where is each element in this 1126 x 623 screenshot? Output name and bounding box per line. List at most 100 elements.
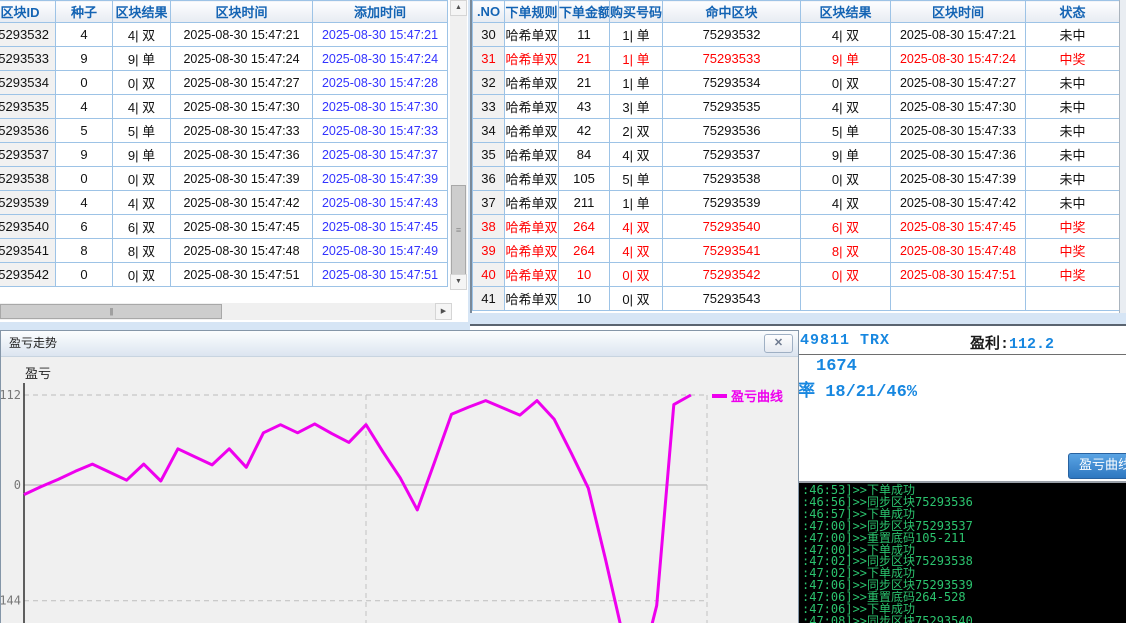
chart-window-titlebar[interactable]: 盈亏走势 ✕ (1, 331, 798, 357)
cell: 75293539 (663, 191, 801, 215)
table-row[interactable]: 7529354066| 双2025-08-30 15:47:452025-08-… (0, 215, 448, 239)
cell: 34 (473, 119, 505, 143)
table-row[interactable]: 38哈希单双2644| 双752935406| 双2025-08-30 15:4… (473, 215, 1120, 239)
cell: 2025-08-30 15:47:30 (313, 95, 448, 119)
cell: 哈希单双 (505, 23, 559, 47)
table-row[interactable]: 7529353244| 双2025-08-30 15:47:212025-08-… (0, 23, 448, 47)
cell: 2025-08-30 15:47:37 (313, 143, 448, 167)
cell: 30 (473, 23, 505, 47)
column-header[interactable]: 区块结果 (801, 1, 891, 23)
table-row[interactable]: 31哈希单双211| 单752935339| 单2025-08-30 15:47… (473, 47, 1120, 71)
column-header[interactable]: 命中区块 (663, 1, 801, 23)
y-tick-label: -144 (1, 594, 21, 608)
table-row[interactable]: 32哈希单双211| 单752935340| 双2025-08-30 15:47… (473, 71, 1120, 95)
table-row[interactable]: 7529353399| 单2025-08-30 15:47:242025-08-… (0, 47, 448, 71)
table-row[interactable]: 34哈希单双422| 双752935365| 单2025-08-30 15:47… (473, 119, 1120, 143)
column-header[interactable]: 购买号码 (610, 1, 663, 23)
cell: 75293533 (663, 47, 801, 71)
cell: 4| 双 (801, 23, 891, 47)
table-row[interactable]: 7529353400| 双2025-08-30 15:47:272025-08-… (0, 71, 448, 95)
cell: 哈希单双 (505, 95, 559, 119)
column-header[interactable]: 添加时间 (313, 1, 448, 23)
cell: 哈希单双 (505, 119, 559, 143)
cell: 75293542 (0, 263, 56, 287)
cell: 6| 双 (113, 215, 171, 239)
cell: 3| 单 (610, 95, 663, 119)
table-row[interactable]: 7529353800| 双2025-08-30 15:47:392025-08-… (0, 167, 448, 191)
cell: 哈希单双 (505, 263, 559, 287)
cell: 9| 单 (801, 143, 891, 167)
table-row[interactable]: 7529353544| 双2025-08-30 15:47:302025-08-… (0, 95, 448, 119)
cell: 75293534 (0, 71, 56, 95)
column-header[interactable]: 区块时间 (171, 1, 313, 23)
cell: 2025-08-30 15:47:49 (313, 239, 448, 263)
column-header[interactable]: .NO (473, 1, 505, 23)
cell: 哈希单双 (505, 47, 559, 71)
cell: 5 (56, 119, 113, 143)
table-row[interactable]: 7529353655| 单2025-08-30 15:47:332025-08-… (0, 119, 448, 143)
table-row[interactable]: 7529353799| 单2025-08-30 15:47:362025-08-… (0, 143, 448, 167)
cell: 哈希单双 (505, 71, 559, 95)
block-table-vscrollbar[interactable]: ▲ ≡ ▼ (450, 0, 467, 290)
table-row[interactable]: 35哈希单双844| 双752935379| 单2025-08-30 15:47… (473, 143, 1120, 167)
log-line: :47:08]>>同步区块75293540 (802, 616, 1126, 623)
cell: 0| 双 (801, 263, 891, 287)
table-row[interactable]: 41哈希单双100| 双75293543 (473, 287, 1120, 311)
cell: 2025-08-30 15:47:51 (891, 263, 1026, 287)
orders-table: .NO下单规则下单金额购买号码命中区块区块结果区块时间状态 30哈希单双111|… (472, 0, 1120, 311)
column-header[interactable]: 区块时间 (891, 1, 1026, 23)
table-row[interactable]: 7529354188| 双2025-08-30 15:47:482025-08-… (0, 239, 448, 263)
close-icon[interactable]: ✕ (764, 334, 793, 353)
table-row[interactable]: 37哈希单双2111| 单752935394| 双2025-08-30 15:4… (473, 191, 1120, 215)
column-header[interactable]: 区块ID (0, 1, 56, 23)
cell: 0| 双 (801, 71, 891, 95)
vscroll-thumb[interactable]: ≡ (451, 185, 466, 277)
cell: 75293535 (663, 95, 801, 119)
profit-readout: 盈利:112.2 (970, 332, 1054, 353)
profit-curve-button[interactable]: 盈亏曲线 (1068, 453, 1126, 479)
cell: 1| 单 (610, 191, 663, 215)
column-header[interactable]: 下单金额 (559, 1, 610, 23)
cell: 2025-08-30 15:47:51 (313, 263, 448, 287)
chart-area: 盈亏 1120-144 盈亏曲线 (1, 357, 798, 623)
cell: 未中 (1026, 167, 1120, 191)
cell: 2025-08-30 15:47:42 (891, 191, 1026, 215)
table-row[interactable]: 33哈希单双433| 单752935354| 双2025-08-30 15:47… (473, 95, 1120, 119)
table-row[interactable]: 36哈希单双1055| 单752935380| 双2025-08-30 15:4… (473, 167, 1120, 191)
table-row[interactable]: 30哈希单双111| 单752935324| 双2025-08-30 15:47… (473, 23, 1120, 47)
cell: 21 (559, 71, 610, 95)
table-row[interactable]: 39哈希单双2644| 双752935418| 双2025-08-30 15:4… (473, 239, 1120, 263)
hscroll-thumb[interactable]: ||| (0, 304, 222, 319)
cell: 未中 (1026, 191, 1120, 215)
table-row[interactable]: 40哈希单双100| 双752935420| 双2025-08-30 15:47… (473, 263, 1120, 287)
cell: 2025-08-30 15:47:42 (171, 191, 313, 215)
cell: 2025-08-30 15:47:39 (313, 167, 448, 191)
scroll-down-icon[interactable]: ▼ (450, 274, 467, 290)
column-header[interactable]: 状态 (1026, 1, 1120, 23)
orders-table-vscrollbar-track[interactable] (1119, 0, 1126, 313)
cell: 4| 双 (113, 23, 171, 47)
cell: 4| 双 (113, 95, 171, 119)
column-header[interactable]: 区块结果 (113, 1, 171, 23)
table-row[interactable]: 7529354200| 双2025-08-30 15:47:512025-08-… (0, 263, 448, 287)
block-table-panel: 区块ID种子区块结果区块时间添加时间 7529353244| 双2025-08-… (0, 0, 468, 322)
cell: 2025-08-30 15:47:48 (171, 239, 313, 263)
log-console[interactable]: :46:53]>>下单成功:46:56]>>同步区块75293536:46:57… (797, 481, 1126, 623)
column-header[interactable]: 下单规则 (505, 1, 559, 23)
cell: 2| 双 (610, 119, 663, 143)
cell: 75293541 (0, 239, 56, 263)
table-row[interactable]: 7529353944| 双2025-08-30 15:47:422025-08-… (0, 191, 448, 215)
block-table-hscrollbar[interactable]: ||| ▶ (0, 303, 452, 320)
cell: 2025-08-30 15:47:36 (171, 143, 313, 167)
cell: 哈希单双 (505, 287, 559, 311)
scroll-right-icon[interactable]: ▶ (435, 303, 452, 320)
column-header[interactable]: 种子 (56, 1, 113, 23)
cell: 35 (473, 143, 505, 167)
cell: 9| 单 (801, 47, 891, 71)
scroll-up-icon[interactable]: ▲ (450, 0, 467, 16)
cell: 2025-08-30 15:47:45 (171, 215, 313, 239)
cell: 2025-08-30 15:47:28 (313, 71, 448, 95)
cell: 2025-08-30 15:47:24 (891, 47, 1026, 71)
balance-value: 49811 TRX (800, 332, 890, 349)
cell: 哈希单双 (505, 191, 559, 215)
